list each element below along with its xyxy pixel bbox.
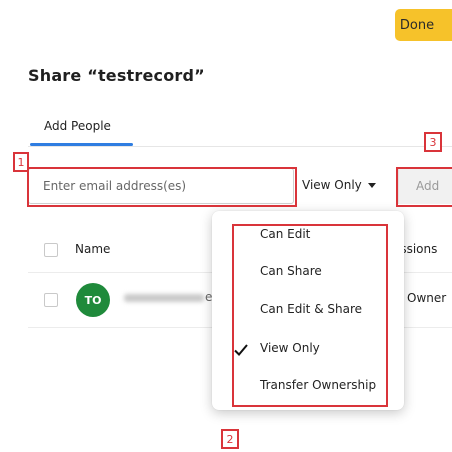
redacted-user-name	[124, 294, 204, 302]
page-title: Share “testrecord”	[28, 66, 205, 85]
permission-select[interactable]: View Only	[302, 178, 376, 192]
annotation-label-3: 3	[424, 132, 442, 152]
row-checkbox[interactable]	[44, 293, 58, 307]
tab-add-people[interactable]: Add People	[44, 119, 111, 133]
caret-down-icon	[367, 182, 376, 188]
row-permission: Owner	[407, 291, 447, 305]
tabs-divider	[28, 146, 452, 147]
column-header-name: Name	[75, 242, 111, 256]
annotation-box-3	[396, 167, 452, 207]
avatar: TO	[76, 283, 110, 317]
permission-select-value: View Only	[302, 178, 362, 192]
select-all-checkbox[interactable]	[44, 243, 58, 257]
annotation-box-2	[232, 224, 388, 407]
annotation-label-2: 2	[221, 429, 239, 449]
annotation-box-1	[27, 167, 297, 207]
annotation-label-1: 1	[13, 152, 29, 172]
done-button[interactable]: Done	[395, 9, 452, 41]
